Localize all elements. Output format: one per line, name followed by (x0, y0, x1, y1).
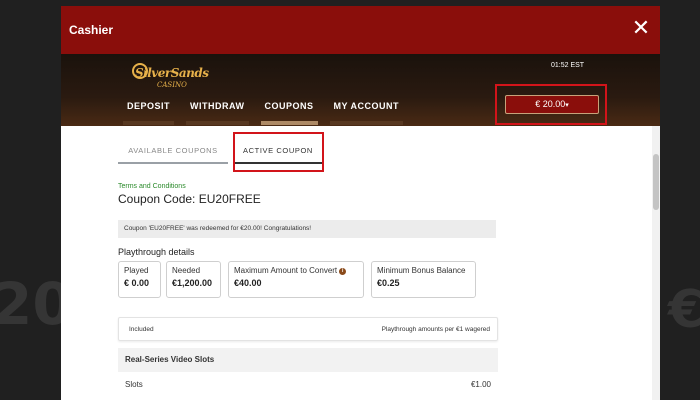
table-col-included: Included (129, 325, 154, 333)
stat-max-convert: Maximum Amount to Convert i €40.00 (228, 261, 364, 298)
nav-my-account-label: MY ACCOUNT (333, 101, 400, 111)
stat-value: € 0.00 (124, 278, 150, 288)
table-category: Real-Series Video Slots (118, 348, 498, 372)
stat-value: €1,200.00 (172, 278, 213, 288)
balance-amount: € 20.00 (535, 99, 566, 109)
stat-label: Maximum Amount to Convert i (234, 266, 358, 275)
coupon-code-heading: Coupon Code: EU20FREE (118, 192, 261, 206)
active-tab-highlight-box (233, 132, 324, 172)
stat-label-text: Maximum Amount to Convert (234, 266, 338, 275)
scrollbar-thumb[interactable] (653, 154, 659, 210)
brand-logo: SilverSands CASINO (132, 62, 209, 96)
table-row: Slots €1.00 (118, 372, 498, 396)
coupon-content: AVAILABLE COUPONS ACTIVE COUPON Terms an… (61, 126, 652, 400)
cashier-hero: SilverSands CASINO 01:52 EST DEPOSIT WIT… (61, 54, 660, 126)
nav-withdraw-label: WITHDRAW (190, 101, 245, 111)
table-col-amounts: Playthrough amounts per €1 wagered (381, 325, 490, 333)
nav-underline (186, 121, 249, 125)
tab-available-coupons[interactable]: AVAILABLE COUPONS (118, 140, 228, 164)
terms-link[interactable]: Terms and Conditions (118, 183, 186, 190)
cashier-nav: DEPOSIT WITHDRAW COUPONS MY ACCOUNT (119, 101, 407, 125)
playthrough-title: Playthrough details (118, 247, 195, 257)
nav-underline (123, 121, 175, 125)
background-text-right: € (668, 280, 700, 340)
nav-underline-active (260, 121, 318, 125)
nav-my-account[interactable]: MY ACCOUNT (326, 101, 408, 125)
close-icon[interactable]: ✕ (630, 18, 652, 41)
nav-deposit[interactable]: DEPOSIT (119, 101, 178, 125)
stat-label: Needed (172, 266, 201, 275)
table-header: Included Playthrough amounts per €1 wage… (118, 317, 498, 341)
stat-min-bonus-balance: Minimum Bonus Balance €0.25 (371, 261, 476, 298)
stat-label: Minimum Bonus Balance (377, 266, 466, 275)
table-row-amount: €1.00 (470, 379, 491, 389)
modal-header: Cashier ✕ (61, 6, 660, 54)
logo-text: SilverSands (135, 66, 209, 80)
redeem-message: Coupon 'EU20FREE' was redeemed for €20.0… (118, 220, 496, 238)
nav-deposit-label: DEPOSIT (127, 101, 171, 111)
stat-label: Played (124, 266, 149, 275)
modal-title: Cashier (69, 23, 114, 37)
nav-coupons-label: COUPONS (264, 101, 314, 111)
clock: 01:52 EST (551, 62, 585, 69)
content-scrollbar[interactable] (652, 126, 660, 400)
cashier-modal: Cashier ✕ SilverSands CASINO 01:52 EST D… (61, 6, 660, 400)
stat-value: €40.00 (234, 278, 262, 288)
logo-subtext: CASINO (157, 81, 187, 89)
chevron-down-icon: ▾ (565, 102, 569, 109)
info-icon[interactable]: i (339, 268, 347, 275)
playthrough-table: Included Playthrough amounts per €1 wage… (118, 317, 498, 396)
nav-withdraw[interactable]: WITHDRAW (182, 101, 253, 125)
nav-underline (329, 121, 404, 125)
stat-value: €0.25 (377, 278, 400, 288)
balance-button[interactable]: € 20.00▾ (505, 95, 599, 114)
table-row-name: Slots (125, 379, 143, 389)
stat-needed: Needed €1,200.00 (166, 261, 221, 298)
nav-coupons[interactable]: COUPONS (257, 101, 322, 125)
stat-played: Played € 0.00 (118, 261, 161, 298)
